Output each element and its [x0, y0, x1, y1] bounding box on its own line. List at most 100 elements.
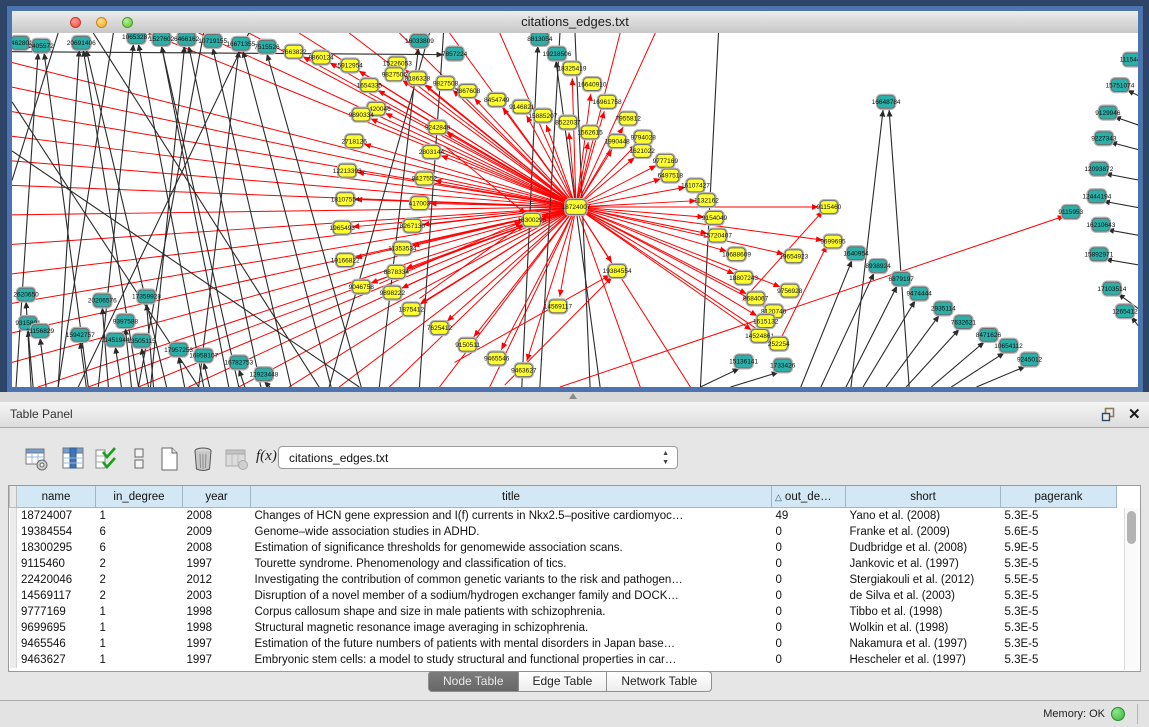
memory-status-indicator[interactable]: [1111, 707, 1125, 721]
graph-node[interactable]: 2935114: [931, 301, 956, 316]
graph-node[interactable]: 9684067: [743, 291, 769, 306]
delete-table-icon[interactable]: [190, 446, 216, 472]
graph-node[interactable]: 19166822: [331, 253, 360, 268]
graph-node[interactable]: 2620650: [13, 287, 39, 302]
close-panel-icon[interactable]: ✕: [1128, 405, 1141, 423]
graph-node[interactable]: 2867608: [455, 84, 481, 99]
table-row[interactable]: 1872400712008Changes of HCN gene express…: [10, 508, 1117, 525]
tab-edge-table[interactable]: Edge Table: [519, 671, 608, 692]
graph-node[interactable]: 9898222: [380, 285, 406, 300]
graph-node[interactable]: 9756928: [777, 283, 803, 298]
graph-node[interactable]: 9154049: [702, 210, 728, 225]
graph-node[interactable]: 8471626: [976, 328, 1002, 343]
graph-node[interactable]: 9227343: [1091, 131, 1117, 146]
graph-node[interactable]: 10654112: [994, 338, 1023, 353]
graph-node[interactable]: 15751074: [1105, 78, 1134, 93]
graph-node[interactable]: 1115448: [1120, 52, 1138, 67]
splitter-handle[interactable]: [569, 393, 577, 399]
graph-node[interactable]: 12444194: [1082, 189, 1111, 204]
table-settings-icon[interactable]: [24, 446, 50, 472]
graph-node[interactable]: 6879197: [889, 271, 915, 286]
select-columns-icon[interactable]: [60, 446, 86, 472]
graph-node[interactable]: 9827508: [433, 76, 459, 91]
column-header-name[interactable]: name: [17, 486, 96, 508]
column-header-pagerank[interactable]: pagerank: [1001, 486, 1117, 508]
graph-node[interactable]: 417003: [409, 196, 431, 211]
graph-node[interactable]: 19218506: [542, 46, 571, 61]
table-header-row[interactable]: namein_degreeyeartitle△out_de…shortpager…: [10, 486, 1117, 508]
column-header-out-de-[interactable]: △out_de…: [772, 486, 846, 508]
graph-node[interactable]: 1621022: [630, 144, 656, 159]
graph-node[interactable]: 10688609: [722, 247, 751, 262]
graph-node[interactable]: 1965493: [330, 220, 356, 235]
graph-node[interactable]: 9115953: [1058, 205, 1083, 220]
table-row[interactable]: 1456911722003Disruption of a novel membe…: [10, 588, 1117, 604]
graph-node[interactable]: 8878334: [384, 265, 410, 280]
graph-node[interactable]: 9115460: [816, 200, 841, 215]
graph-node[interactable]: 1615132: [753, 314, 779, 329]
graph-node[interactable]: 15942757: [66, 328, 95, 343]
graph-node[interactable]: 10653287: [122, 33, 151, 44]
graph-node[interactable]: 12093872: [1084, 161, 1113, 176]
graph-node[interactable]: 1733426: [770, 358, 796, 373]
table-row[interactable]: 946362711997Embryonic stem cells: a mode…: [10, 652, 1117, 668]
graph-node[interactable]: 8186328: [405, 71, 431, 86]
column-header-title[interactable]: title: [251, 486, 772, 508]
graph-node[interactable]: 20206576: [88, 293, 117, 308]
graph-node[interactable]: 17103514: [1097, 281, 1126, 296]
graph-node[interactable]: 9462801: [12, 35, 33, 50]
graph-node[interactable]: 15885207: [528, 108, 557, 123]
pivot-rows-icon[interactable]: [126, 446, 152, 472]
table-selector-dropdown[interactable]: citations_edges.txt ▲▼: [278, 446, 678, 469]
graph-node[interactable]: 9890334: [349, 107, 375, 122]
table-row[interactable]: 977716911998Corpus callosum shape and si…: [10, 604, 1117, 620]
graph-node[interactable]: 9474444: [907, 286, 933, 301]
graph-node[interactable]: 1527602: [149, 33, 175, 46]
tab-node-table[interactable]: Node Table: [428, 671, 519, 692]
graph-node[interactable]: 18807243: [729, 270, 758, 285]
graph-node[interactable]: 1562615: [577, 125, 603, 140]
graph-node[interactable]: 7857224: [442, 46, 468, 61]
graph-node[interactable]: 9463627: [511, 363, 537, 378]
graph-node[interactable]: 9129946: [1095, 105, 1121, 120]
graph-node[interactable]: 19654923: [779, 249, 808, 264]
graph-node[interactable]: 8813054: [527, 33, 553, 46]
table-row[interactable]: 2242004622012Investigating the contribut…: [10, 572, 1117, 588]
graph-node[interactable]: 11156829: [26, 324, 54, 339]
graph-node[interactable]: 8427552: [412, 171, 438, 186]
graph-node[interactable]: 9699695: [820, 234, 846, 249]
graph-node[interactable]: 8860124: [308, 50, 334, 65]
vertical-scrollbar[interactable]: [1124, 508, 1139, 670]
graph-node[interactable]: 9397588: [113, 314, 139, 329]
graph-node[interactable]: 18724007: [562, 199, 591, 216]
graph-node[interactable]: 16640910: [578, 77, 607, 92]
graph-node[interactable]: 12213393: [333, 163, 362, 178]
graph-node[interactable]: 20691406: [67, 35, 96, 50]
graph-node[interactable]: 16648784: [872, 94, 901, 109]
graph-node[interactable]: 6466162: [174, 33, 200, 46]
graph-node[interactable]: 5912954: [338, 58, 364, 73]
graph-node[interactable]: 9150511: [455, 337, 480, 352]
graph-node[interactable]: 7663822: [281, 44, 307, 59]
float-panel-icon[interactable]: [1101, 407, 1117, 422]
graph-node[interactable]: 9046758: [349, 279, 375, 294]
graph-node[interactable]: 7625412: [427, 321, 453, 336]
graph-node[interactable]: 16782753: [224, 355, 253, 370]
table-row[interactable]: 1938455462009Genome–wide association stu…: [10, 524, 1117, 540]
graph-node[interactable]: 2405572: [28, 38, 54, 53]
scrollbar-thumb[interactable]: [1127, 511, 1136, 544]
graph-node[interactable]: 252254: [768, 336, 790, 351]
citation-network-graph[interactable]: 94628012405572 20691406 106532871527602646…: [12, 33, 1138, 387]
graph-node[interactable]: 1875412: [399, 302, 425, 317]
graph-node[interactable]: 8938924: [865, 259, 891, 274]
graph-node[interactable]: 16961758: [593, 94, 622, 109]
new-table-icon[interactable]: [156, 446, 182, 472]
column-header-in-degree[interactable]: in_degree: [96, 486, 183, 508]
column-header-year[interactable]: year: [183, 486, 251, 508]
graph-node[interactable]: 18325419: [558, 61, 587, 76]
graph-node[interactable]: 1990448: [604, 134, 630, 149]
graph-node[interactable]: 1654335: [357, 78, 383, 93]
graph-node[interactable]: 15136141: [729, 354, 758, 369]
graph-node[interactable]: 1265412: [1112, 304, 1138, 319]
window-titlebar[interactable]: citations_edges.txt: [12, 11, 1138, 34]
